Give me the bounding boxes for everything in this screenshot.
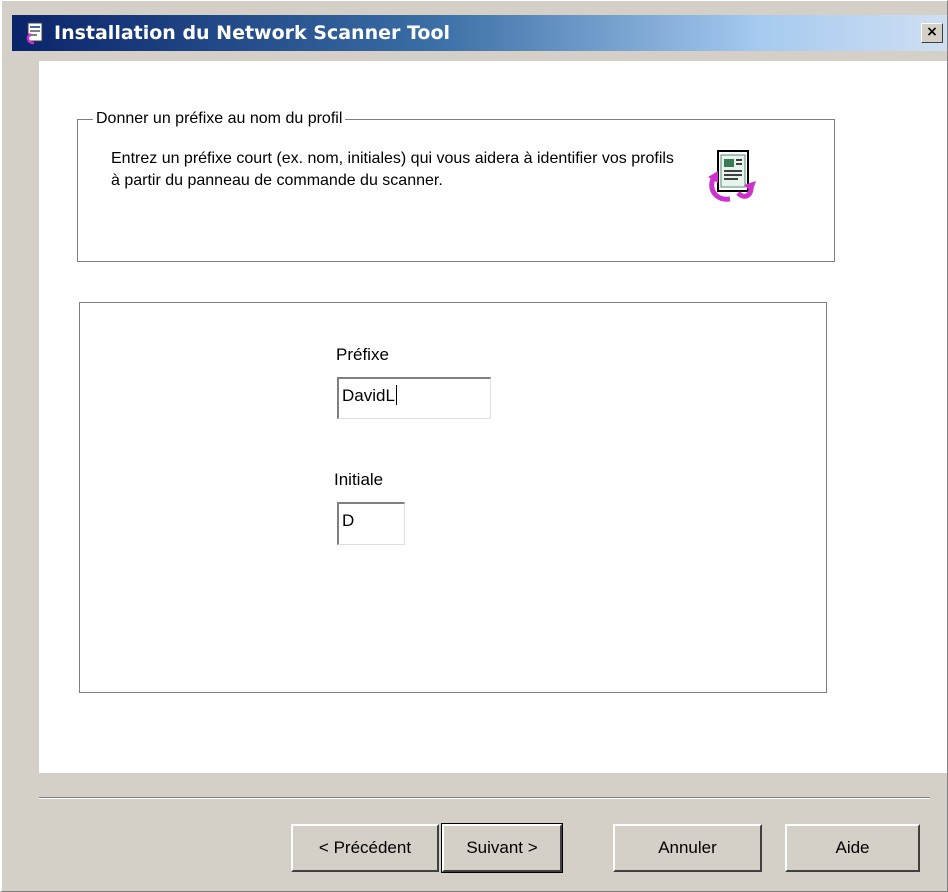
initial-input-value: D (342, 511, 355, 530)
button-separator (39, 797, 930, 799)
text-caret (395, 385, 397, 405)
prefix-input-value: DavidL (342, 386, 395, 405)
initial-label: Initiale (334, 470, 384, 489)
initial-input[interactable]: D (337, 502, 405, 545)
help-button[interactable]: Aide (785, 824, 920, 872)
window-title: Installation du Network Scanner Tool (54, 22, 451, 44)
installer-window: Installation du Network Scanner Tool × D… (0, 0, 948, 892)
cancel-button[interactable]: Annuler (613, 824, 762, 872)
title-bar[interactable]: Installation du Network Scanner Tool × (12, 15, 947, 51)
wizard-content: Donner un préfixe au nom du profil Entre… (39, 61, 947, 773)
groupbox-title: Donner un préfixe au nom du profil (93, 109, 346, 129)
next-button[interactable]: Suivant > (441, 823, 563, 873)
fields-panel: Préfixe DavidL Initiale D (79, 302, 827, 693)
close-button[interactable]: × (921, 23, 943, 43)
document-arrow-icon (708, 150, 756, 202)
prefix-label: Préfixe (336, 345, 389, 364)
previous-button[interactable]: < Précédent (291, 824, 439, 872)
installer-icon (26, 22, 43, 45)
prefix-groupbox: Donner un préfixe au nom du profil Entre… (77, 109, 835, 262)
prefix-input[interactable]: DavidL (337, 377, 491, 419)
groupbox-description: Entrez un préfixe court (ex. nom, initia… (111, 150, 674, 189)
